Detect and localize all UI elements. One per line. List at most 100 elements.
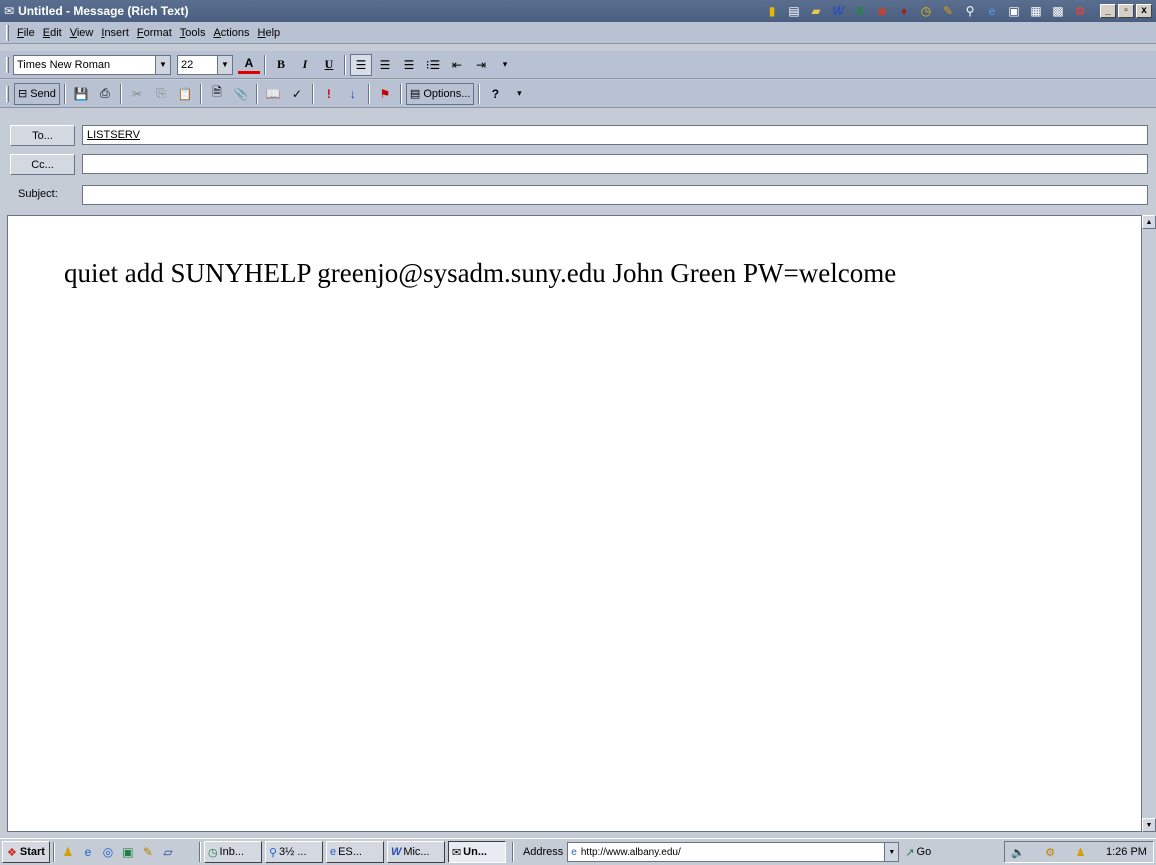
message-body[interactable]: quiet add SUNYHELP greenjo@sysadm.suny.e… <box>7 215 1142 832</box>
menu-help[interactable]: Help <box>254 25 285 41</box>
subject-field[interactable] <box>82 185 1148 205</box>
to-field[interactable]: LISTSERV <box>82 125 1148 145</box>
dropdown-arrow-icon[interactable]: ▼ <box>884 843 899 861</box>
align-right-icon[interactable]: ☰ <box>398 54 420 76</box>
toolbar-grip[interactable] <box>6 85 9 102</box>
address-value: http://www.albany.edu/ <box>580 846 681 858</box>
toolbar-separator <box>199 83 202 104</box>
person-icon[interactable]: ♟ <box>59 843 77 861</box>
font-color-button[interactable]: A <box>238 56 260 74</box>
decrease-indent-icon[interactable]: ⇤ <box>446 54 468 76</box>
word-icon[interactable]: W <box>828 2 848 20</box>
outlook-icon[interactable]: ◎ <box>99 843 117 861</box>
high-importance-icon[interactable]: ! <box>318 83 340 105</box>
align-left-icon[interactable]: ☰ <box>350 53 372 76</box>
cc-button[interactable]: Cc... <box>10 154 75 175</box>
msn-icon[interactable]: ▣ <box>1004 2 1024 20</box>
minimize-button[interactable]: _ <box>1100 4 1116 18</box>
scroll-down-icon[interactable]: ▼ <box>1142 818 1156 832</box>
standard-toolbar: ⊟ Send 💾 ⎙ ✂ ⎘ 📋 🗎 📎 📖 ✓ ! ↓ ⚑ ▤ Options… <box>0 80 1156 108</box>
scroll-up-icon[interactable]: ▲ <box>1142 215 1156 229</box>
maximize-button[interactable]: ▫ <box>1118 4 1134 18</box>
outlook-icon[interactable]: ◷ <box>916 2 936 20</box>
to-recipient[interactable]: LISTSERV <box>87 129 140 141</box>
volume-icon[interactable]: 🔈 <box>1011 846 1025 859</box>
start-button[interactable]: ❖ Start <box>2 841 50 863</box>
toolbar-separator <box>399 83 402 104</box>
to-button[interactable]: To... <box>10 125 75 146</box>
check-names-icon[interactable]: ✓ <box>286 83 308 105</box>
menu-format[interactable]: Format <box>133 25 176 41</box>
print-icon[interactable]: ⎙ <box>94 83 116 105</box>
pencil-icon[interactable]: ✎ <box>139 843 157 861</box>
network-icon[interactable]: ⚙ <box>1045 846 1055 859</box>
ie-page-icon: e <box>571 846 577 858</box>
powerpoint-icon[interactable]: ◙ <box>872 2 892 20</box>
bullets-icon[interactable]: ⁝☰ <box>422 54 444 76</box>
help-icon[interactable]: ? <box>484 83 506 105</box>
ie-icon[interactable]: e <box>982 2 1002 20</box>
message-body-text[interactable]: quiet add SUNYHELP greenjo@sysadm.suny.e… <box>64 258 896 289</box>
copy-icon[interactable]: ⎘ <box>150 83 172 105</box>
task-untitled[interactable]: ✉ Un... <box>447 841 506 863</box>
vertical-scrollbar[interactable]: ▲ ▼ <box>1142 215 1156 832</box>
folder-icon[interactable]: ▰ <box>806 2 826 20</box>
paste-icon[interactable]: 📋 <box>174 83 196 105</box>
clock[interactable]: 1:26 PM <box>1106 846 1147 858</box>
task-inbox[interactable]: ◷ Inb... <box>203 841 262 863</box>
office-icon[interactable]: ▤ <box>784 2 804 20</box>
font-name-combo[interactable]: Times New Roman ▼ <box>13 54 171 75</box>
close-button[interactable]: x <box>1136 4 1152 18</box>
flag-icon[interactable]: ⚑ <box>374 83 396 105</box>
dropdown-arrow-icon[interactable]: ▼ <box>217 55 232 74</box>
low-importance-icon[interactable]: ↓ <box>342 83 364 105</box>
taskbar-separator <box>52 842 55 862</box>
cc-row: Cc... <box>0 153 1156 177</box>
underline-button[interactable]: U <box>318 54 340 76</box>
increase-indent-icon[interactable]: ⇥ <box>470 54 492 76</box>
insert-file-icon[interactable]: 🗎 <box>206 83 228 105</box>
ie-icon[interactable]: e <box>79 843 97 861</box>
menu-grip[interactable] <box>6 24 9 41</box>
cc-field[interactable] <box>82 154 1148 174</box>
binder-icon[interactable]: ✎ <box>938 2 958 20</box>
task-es[interactable]: e ES... <box>325 841 384 863</box>
bold-button[interactable]: B <box>270 54 292 76</box>
menu-actions[interactable]: Actions <box>209 25 253 41</box>
toolbar-options-chevron-icon[interactable]: ▾ <box>508 83 530 105</box>
toolbar-grip[interactable] <box>6 56 9 73</box>
menu-edit[interactable]: Edit <box>39 25 66 41</box>
office-bar-icon[interactable]: ▮ <box>762 2 782 20</box>
notepad-icon[interactable]: ▱ <box>159 843 177 861</box>
align-center-icon[interactable]: ☰ <box>374 54 396 76</box>
person-icon[interactable]: ♟ <box>1076 846 1086 859</box>
italic-button[interactable]: I <box>294 54 316 76</box>
menu-file[interactable]: File <box>13 25 39 41</box>
options-button[interactable]: ▤ Options... <box>405 82 475 105</box>
dos-icon[interactable]: ▩ <box>1048 2 1068 20</box>
menu-tools[interactable]: Tools <box>176 25 210 41</box>
cut-icon[interactable]: ✂ <box>126 83 148 105</box>
task-floppy[interactable]: ⚲ 3½ ... <box>264 841 323 863</box>
desktop-icon[interactable]: ▣ <box>119 843 137 861</box>
window-title: Untitled - Message (Rich Text) <box>18 4 189 18</box>
window-title-area: ✉ Untitled - Message (Rich Text) <box>4 4 189 18</box>
dropdown-arrow-icon[interactable]: ▼ <box>155 55 170 74</box>
go-label: Go <box>916 846 932 858</box>
save-icon[interactable]: 💾 <box>70 83 92 105</box>
send-button[interactable]: ⊟ Send <box>14 82 60 105</box>
search-icon[interactable]: ⚲ <box>960 2 980 20</box>
toolbar-options-chevron-icon[interactable]: ▾ <box>494 54 516 76</box>
address-input[interactable]: e http://www.albany.edu/ ▼ <box>567 842 900 862</box>
address-book-icon[interactable]: 📖 <box>262 83 284 105</box>
paperclip-icon[interactable]: 📎 <box>230 83 252 105</box>
menu-insert[interactable]: Insert <box>97 25 133 41</box>
task-word[interactable]: W Mic... <box>386 841 445 863</box>
publisher-icon[interactable]: ✿ <box>1070 2 1090 20</box>
font-size-combo[interactable]: 22 ▼ <box>177 54 233 75</box>
excel-icon[interactable]: X <box>850 2 870 20</box>
go-button[interactable]: ↗ Go <box>905 846 931 859</box>
menu-view[interactable]: View <box>66 25 98 41</box>
calendar-icon[interactable]: ▦ <box>1026 2 1046 20</box>
access-icon[interactable]: ♦ <box>894 2 914 20</box>
